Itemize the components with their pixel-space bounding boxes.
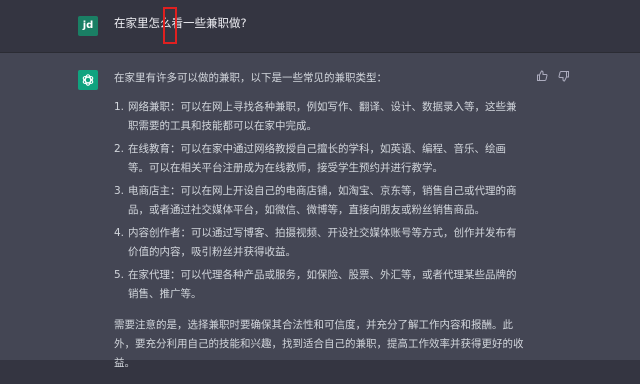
- list-item-text: 在家代理：可以代理各种产品或服务，如保险、股票、外汇等，或者代理某些品牌的销售、…: [128, 269, 517, 300]
- list-item-text: 网络兼职：可以在网上寻找各种兼职，例如写作、翻译、设计、数据录入等，这些兼职需要…: [128, 101, 517, 132]
- response-outro: 需要注意的是，选择兼职时要确保其合法性和可信度，并充分了解工作内容和报酬。此外，…: [114, 319, 524, 369]
- assistant-message-row: 在家里有许多可以做的兼职，以下是一些常见的兼职类型： 1. 网络兼职：可以在网上…: [0, 53, 640, 369]
- list-item: 1. 网络兼职：可以在网上寻找各种兼职，例如写作、翻译、设计、数据录入等，这些兼…: [114, 98, 524, 136]
- thumbs-up-icon[interactable]: [536, 70, 548, 82]
- user-question: 在家里怎么看一些兼职做?: [114, 16, 247, 30]
- list-item: 3. 电商店主：可以在网上开设自己的电商店铺，如淘宝、京东等，销售自己或代理的商…: [114, 182, 524, 220]
- list-item: 5. 在家代理：可以代理各种产品或服务，如保险、股票、外汇等，或者代理某些品牌的…: [114, 266, 524, 304]
- list-item: 2. 在线教育：可以在家中通过网络教授自己擅长的学科，如英语、编程、音乐、绘画等…: [114, 140, 524, 178]
- assistant-response: 在家里有许多可以做的兼职，以下是一些常见的兼职类型： 1. 网络兼职：可以在网上…: [114, 69, 524, 384]
- list-item-text: 在线教育：可以在家中通过网络教授自己擅长的学科，如英语、编程、音乐、绘画等。可以…: [128, 143, 506, 174]
- feedback-buttons: [536, 70, 570, 82]
- user-avatar: jd: [78, 16, 98, 36]
- list-item-number: 1.: [114, 101, 125, 113]
- list-item-number: 3.: [114, 185, 125, 197]
- list-item-text: 内容创作者：可以通过写博客、拍摄视频、开设社交媒体账号等方式，创作并发布有价值的…: [128, 227, 517, 258]
- highlight-annotation: [163, 7, 177, 44]
- list-item-text: 电商店主：可以在网上开设自己的电商店铺，如淘宝、京东等，销售自己或代理的商品，或…: [128, 185, 517, 216]
- user-message-row: jd 在家里怎么看一些兼职做?: [0, 0, 640, 53]
- response-list: 1. 网络兼职：可以在网上寻找各种兼职，例如写作、翻译、设计、数据录入等，这些兼…: [114, 98, 524, 304]
- list-item: 4. 内容创作者：可以通过写博客、拍摄视频、开设社交媒体账号等方式，创作并发布有…: [114, 224, 524, 262]
- list-item-number: 4.: [114, 227, 125, 239]
- openai-logo-svg: [82, 74, 94, 86]
- thumbs-down-icon[interactable]: [558, 70, 570, 82]
- list-item-number: 5.: [114, 269, 125, 281]
- openai-logo-icon: [78, 70, 98, 90]
- chat-window: jd 在家里怎么看一些兼职做? 在家里有许多可以做的兼职，以下是一些常见的兼职类…: [0, 0, 640, 369]
- response-intro: 在家里有许多可以做的兼职，以下是一些常见的兼职类型：: [114, 72, 387, 84]
- list-item-number: 2.: [114, 143, 125, 155]
